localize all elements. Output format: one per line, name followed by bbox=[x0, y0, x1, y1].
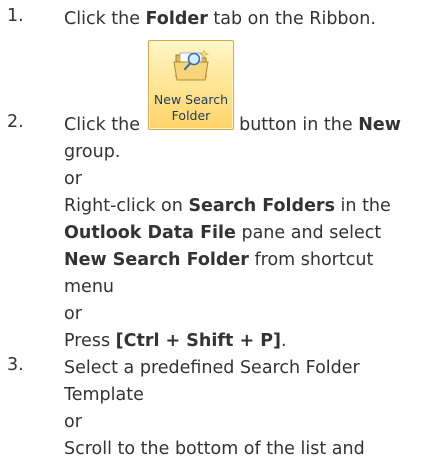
text: pane and select bbox=[235, 223, 382, 243]
bold-text: Search Folders bbox=[188, 196, 335, 216]
text: . bbox=[281, 331, 287, 351]
step-line: Template bbox=[64, 385, 144, 405]
step-line: Select a predefined Search Folder bbox=[64, 358, 360, 378]
text: button in the bbox=[233, 115, 359, 135]
step-line: or bbox=[64, 169, 82, 189]
step-line: Click the button in the New bbox=[64, 112, 401, 138]
step-line: or bbox=[64, 304, 82, 324]
step-line: Press [Ctrl + Shift + P]. bbox=[64, 328, 287, 354]
text: in the bbox=[334, 196, 391, 216]
step-line: Scroll to the bottom of the list and bbox=[64, 439, 365, 459]
step-line: Right-click on Search Folders in the bbox=[64, 193, 391, 219]
new-search-folder-icon bbox=[173, 49, 210, 81]
text: Right-click on bbox=[64, 196, 189, 216]
step-line: menu bbox=[64, 277, 114, 297]
step-line: group. bbox=[64, 142, 121, 162]
step-number: 1. bbox=[7, 6, 24, 26]
text: Click the bbox=[64, 9, 146, 29]
bold-text: [Ctrl + Shift + P] bbox=[115, 331, 282, 351]
bold-text: New Search Folder bbox=[64, 250, 249, 270]
text: Click the bbox=[64, 115, 146, 135]
step-number: 3. bbox=[7, 355, 24, 375]
bold-text: Outlook Data File bbox=[64, 223, 236, 243]
step-line: New Search Folder from shortcut bbox=[64, 247, 373, 273]
step-line: or bbox=[64, 412, 82, 432]
step-line: Click the Folder tab on the Ribbon. bbox=[64, 6, 376, 32]
text: Press bbox=[64, 331, 116, 351]
button-label-line1: New Search bbox=[153, 92, 229, 107]
step-line: Outlook Data File pane and select bbox=[64, 220, 381, 246]
step-number: 2. bbox=[7, 112, 24, 132]
text: tab on the Ribbon. bbox=[207, 9, 376, 29]
bold-text: New bbox=[358, 115, 401, 135]
text: from shortcut bbox=[248, 250, 374, 270]
bold-text: Folder bbox=[145, 9, 208, 29]
